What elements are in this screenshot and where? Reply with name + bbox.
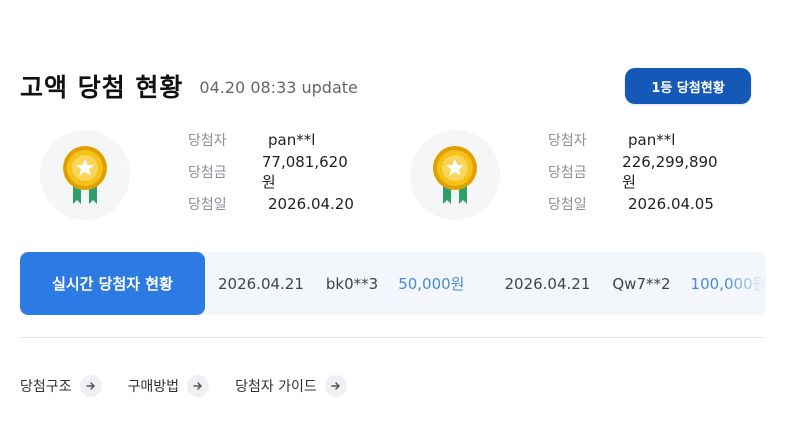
- win-date-label: 당첨일: [188, 197, 227, 213]
- first-prize-status-button[interactable]: 1등 당첨현황: [625, 68, 751, 104]
- ticker-user: bk0**3: [325, 274, 379, 293]
- ticker-item: 2026.04.21 bk0**3 50,000원: [218, 273, 464, 294]
- realtime-winners-bar: 실시간 당첨자 현황 2026.04.21 bk0**3 50,000원 202…: [20, 252, 766, 315]
- section-header: 고액 당첨 현황 04.20 08:33 update 1등 당첨현황: [20, 66, 780, 106]
- prize-amount-label: 당첨금: [188, 165, 227, 181]
- section-title: 고액 당첨 현황: [20, 73, 184, 102]
- winner-info: 당첨자 pan**l 당첨금 77,081,620원 당첨일 2026.04.2…: [188, 124, 354, 220]
- high-prize-status-page: 고액 당첨 현황 04.20 08:33 update 1등 당첨현황 당첨자 …: [0, 0, 800, 432]
- ticker-user: Qw7**2: [612, 274, 671, 293]
- medal-badge: [40, 130, 130, 220]
- link-label: 구매방법: [127, 379, 180, 395]
- ticker-amount: 50,000원: [398, 275, 465, 293]
- prize-amount: 77,081,620원: [261, 152, 348, 191]
- section-divider: [20, 337, 766, 338]
- winner-label: 당첨자: [548, 133, 587, 149]
- realtime-winners-button[interactable]: 실시간 당첨자 현황: [20, 252, 205, 315]
- prize-amount-label: 당첨금: [548, 165, 587, 181]
- link-label: 당첨구조: [20, 379, 72, 395]
- gold-medal-icon: [63, 146, 107, 204]
- winner-info: 당첨자 pan**l 당첨금 226,299,890원 당첨일 2026.04.…: [548, 124, 723, 220]
- arrow-right-icon[interactable]: [79, 375, 102, 397]
- win-date-label: 당첨일: [548, 197, 587, 213]
- ticker-fade-overlay: [726, 252, 766, 315]
- win-date-row: 당첨일 2026.04.05: [548, 188, 723, 220]
- prize-amount-row: 당첨금 77,081,620원: [188, 153, 354, 191]
- footer-links: 당첨구조 구매방법 당첨자 가이드: [20, 372, 373, 400]
- prize-amount-row: 당첨금 226,299,890원: [548, 153, 723, 191]
- winner-name-row: 당첨자 pan**l: [188, 124, 354, 156]
- winner-name: pan**l: [628, 131, 676, 149]
- arrow-right-icon[interactable]: [324, 375, 347, 397]
- winner-name-row: 당첨자 pan**l: [548, 124, 723, 156]
- winner-name: pan**l: [268, 131, 316, 149]
- winner-label: 당첨자: [188, 133, 227, 149]
- update-timestamp: 04.20 08:33 update: [199, 78, 358, 97]
- win-date-row: 당첨일 2026.04.20: [188, 188, 354, 220]
- link-purchase-method[interactable]: 구매방법: [128, 375, 210, 397]
- prize-amount: 226,299,890원: [622, 152, 718, 191]
- link-winning-structure[interactable]: 당첨구조: [20, 375, 102, 397]
- ticker-date: 2026.04.21: [504, 274, 591, 293]
- winners-ticker: 2026.04.21 bk0**3 50,000원 2026.04.21 Qw7…: [218, 252, 766, 315]
- arrow-right-icon[interactable]: [187, 375, 210, 397]
- link-winner-guide[interactable]: 당첨자 가이드: [235, 375, 347, 397]
- gold-medal-icon: [433, 146, 477, 204]
- ticker-date: 2026.04.21: [218, 274, 304, 293]
- medal-badge: [410, 130, 500, 220]
- win-date: 2026.04.05: [628, 195, 714, 213]
- win-date: 2026.04.20: [268, 195, 354, 213]
- link-label: 당첨자 가이드: [235, 379, 317, 395]
